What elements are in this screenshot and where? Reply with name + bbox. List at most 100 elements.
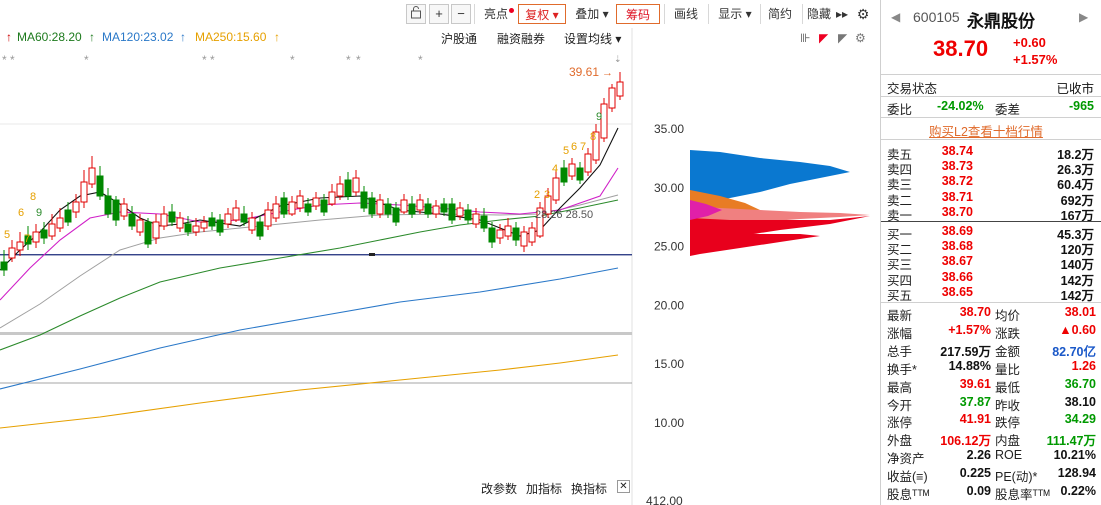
candle-up (264, 209, 272, 227)
candle-up (456, 207, 464, 217)
hide-button[interactable]: 隐藏 (804, 4, 834, 24)
candle-up (288, 201, 296, 215)
ma60-label: MA60:28.20 (17, 30, 82, 44)
candle-up (232, 207, 240, 221)
candle-down (256, 221, 264, 237)
candle-up (432, 205, 440, 215)
candle-up (120, 203, 128, 217)
stat-row: 净资产 2.26 ROE 10.21% (881, 448, 1101, 466)
candle-up (328, 191, 336, 205)
candle-up (416, 199, 424, 211)
candle-up (224, 213, 232, 225)
candle-down (488, 227, 496, 243)
draw-line-button[interactable]: 画线 (668, 4, 704, 24)
candle-up (312, 197, 320, 207)
margin-link[interactable]: 融资融券 (497, 30, 545, 47)
replace-indicator-button[interactable]: 换指标 (571, 480, 607, 497)
quote-panel: ◀ 600105 永鼎股份 ▶ 38.70 +0.60 +1.57% 交易状态 … (880, 0, 1101, 505)
chip-flag-gray-icon[interactable]: ◤ (838, 31, 847, 45)
candle-up (80, 181, 88, 203)
stat-label: 换手* (887, 362, 917, 377)
lock-icon[interactable] (406, 4, 426, 24)
chevron-down-icon: ▾ (602, 7, 609, 21)
next-stock-icon[interactable]: ▶ (1079, 10, 1088, 24)
stat-label: 最高 (887, 380, 913, 395)
stat-value: 217.59万 (940, 344, 991, 359)
chips-button[interactable]: 筹码 (616, 4, 660, 24)
sequence-number: 2 (534, 189, 540, 201)
ma120-arrow-icon: ↑ (89, 30, 95, 44)
ma-value-label: 28.26 28.50 (535, 209, 593, 221)
candle-up (72, 201, 80, 213)
ma250-label: MA250:15.60 (195, 30, 267, 44)
candle-down (368, 197, 376, 215)
close-icon[interactable]: ✕ (617, 480, 630, 493)
order-price: 38.67 (941, 254, 973, 269)
candle-down (112, 199, 120, 221)
price-axis-label: 25.00 (654, 240, 684, 254)
stat-value: 34.29 (1064, 412, 1096, 427)
chevron-down-icon: ▾ (615, 32, 622, 46)
chip-flag-icon[interactable]: ◤ (819, 31, 828, 45)
stat-row: 总手 217.59万 金额 82.70亿 (881, 341, 1101, 359)
stat-value: 39.61 (959, 376, 991, 391)
current-price: 38.70 (933, 36, 989, 61)
expand-icon[interactable]: ▸▸ (834, 4, 850, 24)
restore-rights-dropdown[interactable]: 复权 ▾ (518, 4, 566, 24)
event-star-icon: * (2, 53, 7, 67)
stat-value: 0.22% (1060, 484, 1096, 498)
chip-settings-icon[interactable]: ⚙ (855, 31, 866, 45)
candle-up (568, 163, 576, 177)
event-star-icon: * (210, 53, 215, 67)
order-price: 38.69 (941, 224, 973, 238)
zoom-out-button[interactable]: − (451, 4, 471, 24)
sub-axis-label: 412.00 (646, 494, 683, 505)
settings-icon[interactable]: ⚙ (854, 4, 872, 24)
sequence-number: 8 (590, 131, 596, 143)
candle-down (64, 209, 72, 223)
ma60-arrow-icon: ↑ (6, 30, 12, 44)
chevron-down-icon: ▾ (745, 7, 752, 21)
set-ma-link[interactable]: 设置均线 ▾ (564, 30, 621, 47)
highlight-button[interactable]: 亮点 (480, 4, 518, 24)
candle-up (608, 87, 616, 109)
event-star-icon: * (346, 53, 351, 67)
candle-up (496, 229, 504, 239)
stat-value: 0.225 (959, 466, 991, 481)
prev-stock-icon[interactable]: ◀ (891, 10, 900, 24)
candle-up (528, 227, 536, 243)
candle-up (56, 217, 64, 229)
overlay-dropdown[interactable]: 叠加 ▾ (570, 4, 614, 24)
candle-up (200, 221, 208, 229)
stat-label: PE(动)* (995, 470, 1038, 485)
buy-l2-link[interactable]: 购买L2查看十档行情 (929, 121, 1043, 140)
price-axis-label: 10.00 (654, 416, 684, 430)
simple-button[interactable]: 简约 (762, 4, 798, 24)
price-change: +0.60 (1013, 35, 1046, 50)
stat-label: 股息ᵀᵀᴹ (887, 488, 930, 502)
order-level-label: 买五 (887, 288, 913, 303)
chip-mode-icon[interactable]: ⊪ (800, 31, 810, 45)
ma30-line (0, 194, 619, 329)
stat-value: 0.09 (966, 484, 991, 498)
candle-up (400, 199, 408, 213)
order-book-sell-row: 卖一 38.70 167万 (881, 204, 1101, 223)
kline-chart[interactable]: 35.0030.0025.0020.0015.0010.00412.00* * * *… (0, 0, 878, 505)
price-axis-label: 15.00 (654, 357, 684, 371)
display-dropdown[interactable]: 显示 ▾ (712, 4, 758, 24)
order-price: 38.68 (941, 239, 973, 254)
candle-down (384, 203, 392, 215)
order-price: 38.70 (941, 204, 973, 219)
hgt-link[interactable]: 沪股通 (441, 30, 477, 47)
order-price: 38.74 (941, 144, 973, 158)
stat-value: 1.26 (1071, 358, 1096, 373)
ma120-arrow-icon-2: ↑ (180, 30, 186, 44)
candle-down (208, 217, 216, 227)
order-price: 38.71 (941, 189, 973, 204)
sequence-number: 9 (36, 207, 42, 219)
candle-up (352, 177, 360, 193)
add-indicator-button[interactable]: 加指标 (526, 480, 562, 497)
change-params-button[interactable]: 改参数 (481, 480, 517, 497)
ma10-line (0, 127, 619, 271)
zoom-in-button[interactable]: + (429, 4, 449, 24)
